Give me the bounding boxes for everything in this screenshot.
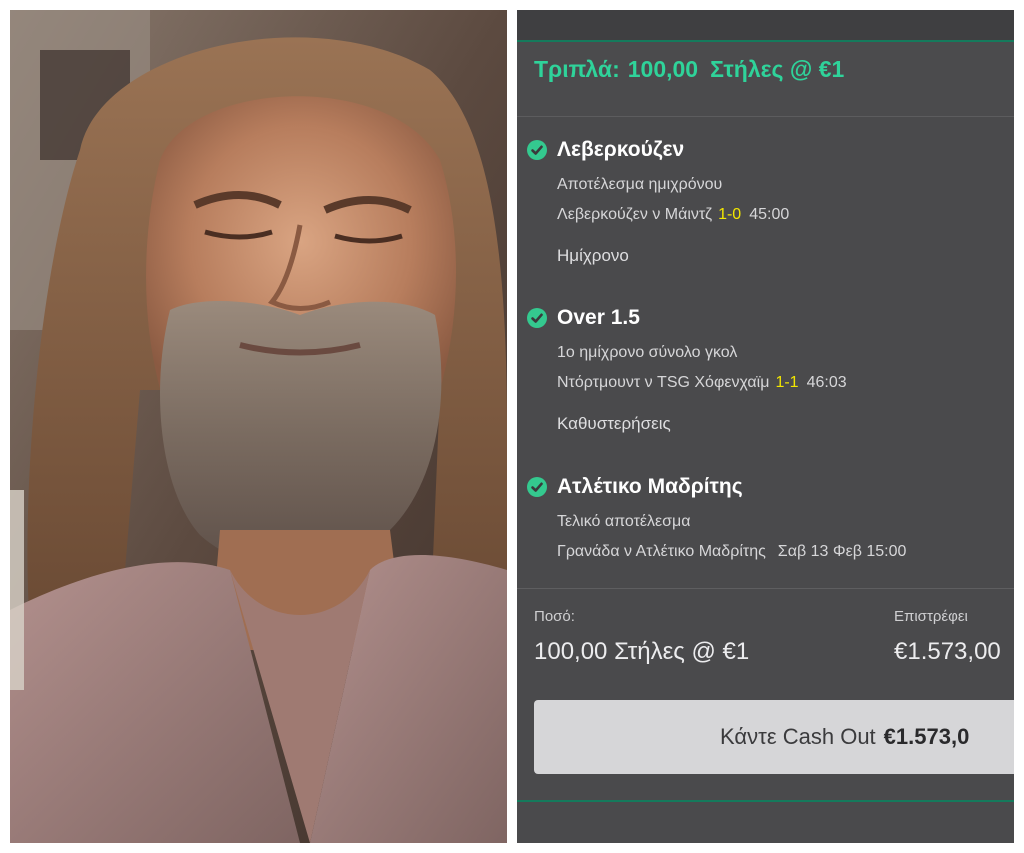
bet-slip-panel: Τριπλά: 100,00 Στήλες @ €1 Λεβερκούζεν Απο… (517, 10, 1014, 843)
match-time: 46:03 (806, 374, 847, 391)
match-teams: Γρανάδα ν Ατλέτικο Μαδρίτης (557, 543, 766, 560)
bet-type: Τριπλά: (534, 56, 620, 82)
cash-out-amount: €1.573,0 (883, 724, 970, 749)
divider (517, 588, 1014, 589)
match-date: Σαβ 13 Φεβ 15:00 (777, 543, 907, 560)
selection-status: Ημίχρονο (557, 246, 629, 265)
selection-market: 1ο ημίχρονο σύνολο γκολ (557, 344, 738, 361)
slip-bottom-line (517, 800, 1014, 802)
bearded-man-photo (10, 10, 507, 843)
cash-out-button[interactable]: Κάντε Cash Out €1.573,0 (534, 700, 1014, 774)
check-circle-icon (527, 140, 547, 160)
check-circle-icon (527, 477, 547, 497)
live-score: 1-1 (775, 374, 799, 391)
selection-match: Γρανάδα ν Ατλέτικο Μαδρίτης Σαβ 13 Φεβ 15… (557, 543, 906, 561)
slip-top-bar (517, 10, 1014, 42)
bet-stakes: Στήλες @ €1 (710, 56, 845, 82)
live-score: 1-0 (718, 206, 742, 223)
selection-market: Τελικό αποτέλεσμα (557, 513, 691, 530)
collage: Τριπλά: 100,00 Στήλες @ €1 Λεβερκούζεν Απο… (0, 0, 1024, 853)
stake-value: 100,00 Στήλες @ €1 (534, 638, 750, 665)
match-teams: Ντόρτμουντ ν TSG Χόφενχαϊμ (557, 374, 770, 391)
selection-name: Over 1.5 (557, 306, 640, 329)
stake-label: Ποσό: (534, 608, 575, 625)
cash-out-label: Κάντε Cash Out (720, 724, 876, 749)
bet-title: Τριπλά: 100,00 Στήλες @ €1 (534, 56, 844, 83)
returns-value: €1.573,00 (894, 638, 1001, 665)
selection-name: Λεβερκούζεν (557, 138, 685, 161)
match-time: 45:00 (749, 206, 790, 223)
match-teams: Λεβερκούζεν ν Μάιντζ (557, 206, 713, 223)
bet-amount: 100,00 (627, 56, 699, 82)
selection-match: Ντόρτμουντ ν TSG Χόφενχαϊμ 1-1 46:03 (557, 374, 847, 392)
selection-market: Αποτέλεσμα ημιχρόνου (557, 176, 723, 193)
selection-name: Ατλέτικο Μαδρίτης (557, 475, 743, 498)
check-circle-icon (527, 308, 547, 328)
selection-status: Καθυστερήσεις (557, 414, 671, 433)
selection-match: Λεβερκούζεν ν Μάιντζ 1-0 45:00 (557, 206, 789, 224)
cash-out-content: Κάντε Cash Out €1.573,0 (720, 724, 969, 750)
returns-label: Επιστρέφει (894, 608, 968, 625)
photo-illustration (10, 10, 507, 843)
